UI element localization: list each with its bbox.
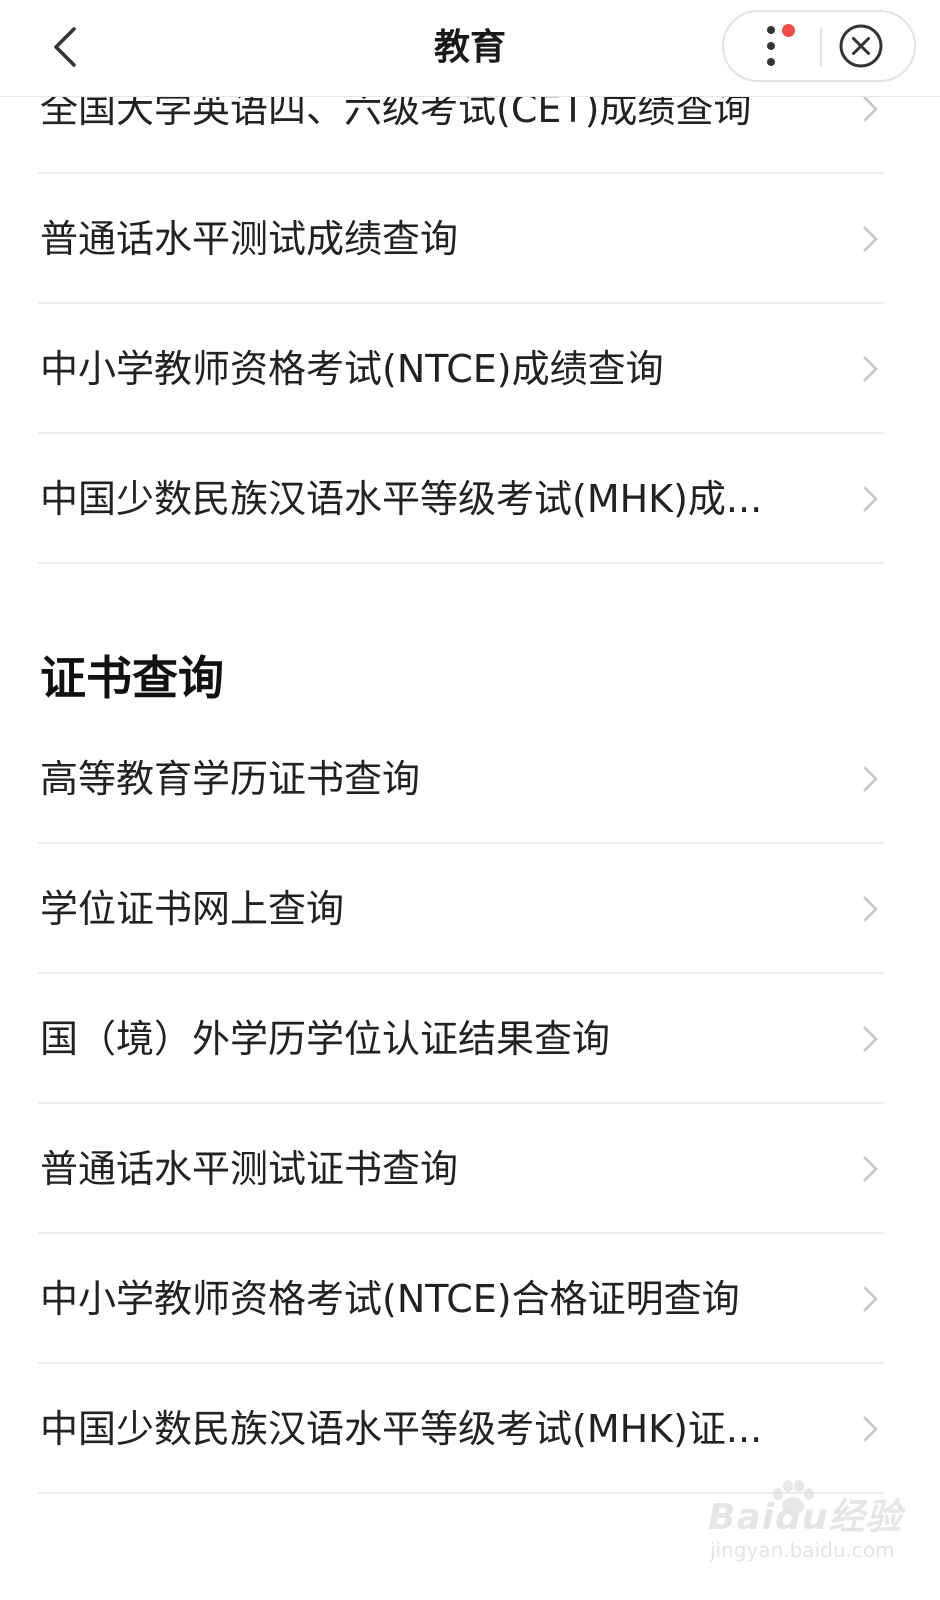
watermark-logo-text: Baidu经验 [708, 1497, 903, 1538]
more-button[interactable] [724, 12, 818, 80]
list-item-academic-degree[interactable]: 学位证书网上查询 [38, 844, 884, 974]
chevron-right-icon [863, 356, 878, 382]
chevron-right-icon [863, 226, 878, 252]
list-item-label: 学位证书网上查询 [40, 887, 345, 931]
chevron-right-icon [863, 1416, 878, 1442]
list-item-mhk-score[interactable]: 中国少数民族汉语水平等级考试(MHK)成... [38, 434, 884, 564]
capsule-divider [820, 28, 822, 66]
list-item-degree-certificate[interactable]: 高等教育学历证书查询 [38, 714, 884, 844]
list-item-label: 中国少数民族汉语水平等级考试(MHK)证... [40, 1407, 763, 1451]
chevron-right-icon [863, 1156, 878, 1182]
list-item-label: 普通话水平测试证书查询 [40, 1147, 459, 1191]
list-item-label: 中小学教师资格考试(NTCE)合格证明查询 [40, 1277, 740, 1321]
chevron-right-icon [863, 1026, 878, 1052]
section-title: 证书查询 [40, 651, 224, 705]
list-item-label: 普通话水平测试成绩查询 [40, 217, 459, 261]
close-button[interactable] [836, 21, 886, 71]
list-item-putonghua-score[interactable]: 普通话水平测试成绩查询 [38, 174, 884, 304]
list-item-label: 国（境）外学历学位认证结果查询 [40, 1017, 611, 1061]
list-item-label: 中小学教师资格考试(NTCE)成绩查询 [40, 347, 664, 391]
list-item-foreign-degree[interactable]: 国（境）外学历学位认证结果查询 [38, 974, 884, 1104]
baidu-watermark: Baidu经验 jingyan.baidu.com [708, 1478, 908, 1588]
chevron-right-icon [863, 486, 878, 512]
list-item-ntce-certificate[interactable]: 中小学教师资格考试(NTCE)合格证明查询 [38, 1234, 884, 1364]
watermark-url: jingyan.baidu.com [710, 1538, 895, 1562]
more-vertical-icon [767, 26, 775, 66]
notification-dot [782, 24, 795, 37]
top-navigation-bar: 教育 [0, 0, 940, 97]
chevron-right-icon [863, 96, 878, 122]
list-item-ntce-score[interactable]: 中小学教师资格考试(NTCE)成绩查询 [38, 304, 884, 434]
chevron-right-icon [863, 766, 878, 792]
list-item-label: 高等教育学历证书查询 [40, 757, 421, 801]
list-item-label: 中国少数民族汉语水平等级考试(MHK)成... [40, 477, 763, 521]
menu-capsule [722, 10, 916, 82]
list-item-mhk-certificate[interactable]: 中国少数民族汉语水平等级考试(MHK)证... [38, 1364, 884, 1494]
chevron-right-icon [863, 1286, 878, 1312]
list-item-putonghua-certificate[interactable]: 普通话水平测试证书查询 [38, 1104, 884, 1234]
close-circle-icon [839, 24, 883, 68]
chevron-right-icon [863, 896, 878, 922]
